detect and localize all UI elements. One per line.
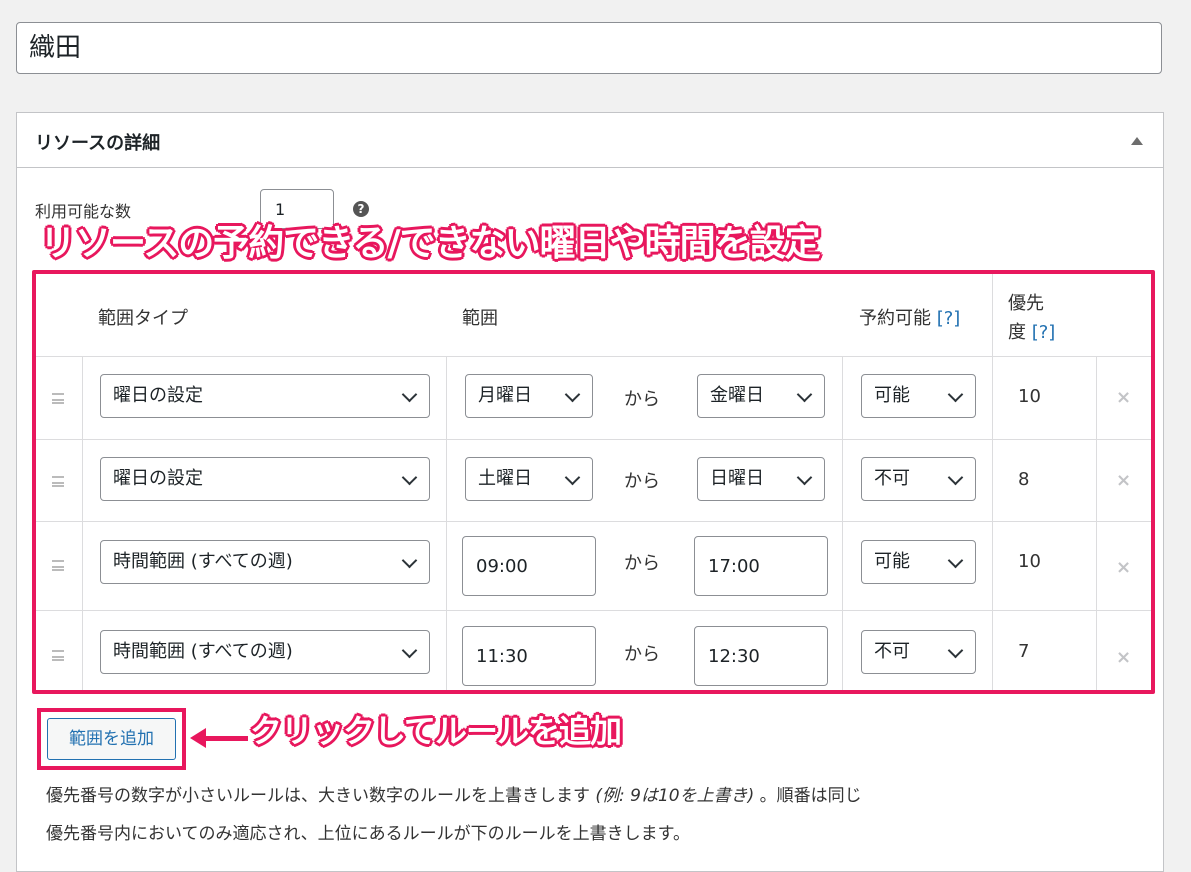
row-divider <box>36 521 1151 522</box>
priority-value[interactable]: 8 <box>1018 469 1029 490</box>
col-divider <box>82 356 83 690</box>
bookable-select[interactable]: 可能 <box>861 374 976 418</box>
chevron-down-icon <box>947 386 964 403</box>
bookable-select[interactable]: 不可 <box>861 457 976 501</box>
drag-handle-icon[interactable] <box>52 560 64 571</box>
col-divider <box>992 274 993 690</box>
range-to-time-input[interactable]: 17:00 <box>694 536 828 596</box>
postbox-title: リソースの詳細 <box>35 133 161 154</box>
priority-value[interactable]: 10 <box>1018 551 1041 572</box>
chevron-down-icon <box>401 469 418 486</box>
add-range-highlight: 範囲を追加 <box>37 708 186 770</box>
row-divider <box>36 356 1151 357</box>
range-from-time-input[interactable]: 11:30 <box>462 626 596 686</box>
chevron-down-icon <box>401 642 418 659</box>
header-priority: 優先 <box>1008 293 1044 314</box>
availability-rules-table: 範囲タイプ 範囲 予約可能 [?] 優先 度 [?] 曜日の設定 月曜日 から … <box>32 270 1155 694</box>
range-to-select[interactable]: 日曜日 <box>697 457 825 501</box>
remove-rule-icon[interactable]: × <box>1116 647 1131 668</box>
range-connector: から <box>624 389 660 410</box>
range-type-select[interactable]: 曜日の設定 <box>100 374 430 418</box>
header-bookable: 予約可能 [?] <box>859 308 961 329</box>
range-from-time-input[interactable]: 09:00 <box>462 536 596 596</box>
priority-help-link[interactable]: [?] <box>1032 322 1056 343</box>
header-range-type: 範囲タイプ <box>98 308 188 329</box>
range-to-select[interactable]: 金曜日 <box>697 374 825 418</box>
chevron-down-icon <box>564 386 581 403</box>
remove-rule-icon[interactable]: × <box>1116 387 1131 408</box>
chevron-down-icon <box>947 642 964 659</box>
col-divider <box>446 356 447 690</box>
postbox-header[interactable]: リソースの詳細 <box>17 113 1163 168</box>
priority-note-line1: 優先番号の数字が小さいルールは、大きい数字のルールを上書きします (例: 9は1… <box>46 786 862 806</box>
range-to-time-input[interactable]: 12:30 <box>694 626 828 686</box>
range-type-select[interactable]: 時間範囲 (すべての週) <box>100 630 430 674</box>
range-from-select[interactable]: 月曜日 <box>465 374 593 418</box>
chevron-down-icon <box>564 469 581 486</box>
bookable-select[interactable]: 可能 <box>861 540 976 584</box>
remove-rule-icon[interactable]: × <box>1116 470 1131 491</box>
range-type-select[interactable]: 時間範囲 (すべての週) <box>100 540 430 584</box>
annotation-bottom: クリックしてルールを追加 <box>250 712 622 750</box>
drag-handle-icon[interactable] <box>52 476 64 487</box>
col-divider <box>1096 356 1097 690</box>
chevron-down-icon <box>947 552 964 569</box>
drag-handle-icon[interactable] <box>52 393 64 404</box>
range-from-select[interactable]: 土曜日 <box>465 457 593 501</box>
row-divider <box>36 610 1151 611</box>
title-input[interactable]: 織田 <box>16 22 1162 74</box>
chevron-down-icon <box>401 386 418 403</box>
header-priority-2: 度 [?] <box>1008 322 1056 343</box>
range-connector: から <box>624 471 660 492</box>
annotation-top: リソースの予約できる/できない曜日や時間を設定 <box>40 223 821 264</box>
row-divider <box>36 439 1151 440</box>
priority-value[interactable]: 7 <box>1018 641 1029 662</box>
remove-rule-icon[interactable]: × <box>1116 557 1131 578</box>
range-connector: から <box>624 644 660 665</box>
add-range-button[interactable]: 範囲を追加 <box>47 718 176 760</box>
header-range: 範囲 <box>462 308 498 329</box>
chevron-down-icon <box>401 552 418 569</box>
chevron-down-icon <box>796 386 813 403</box>
bookable-help-link[interactable]: [?] <box>937 308 961 329</box>
priority-value[interactable]: 10 <box>1018 386 1041 407</box>
range-type-select[interactable]: 曜日の設定 <box>100 457 430 501</box>
collapse-arrow-icon[interactable] <box>1131 137 1143 145</box>
range-connector: から <box>624 553 660 574</box>
bookable-select[interactable]: 不可 <box>861 630 976 674</box>
chevron-down-icon <box>796 469 813 486</box>
col-divider <box>842 356 843 690</box>
chevron-down-icon <box>947 469 964 486</box>
priority-note-line2: 優先番号内においてのみ適応され、上位にあるルールが下のルールを上書きします。 <box>46 824 690 844</box>
drag-handle-icon[interactable] <box>52 650 64 661</box>
